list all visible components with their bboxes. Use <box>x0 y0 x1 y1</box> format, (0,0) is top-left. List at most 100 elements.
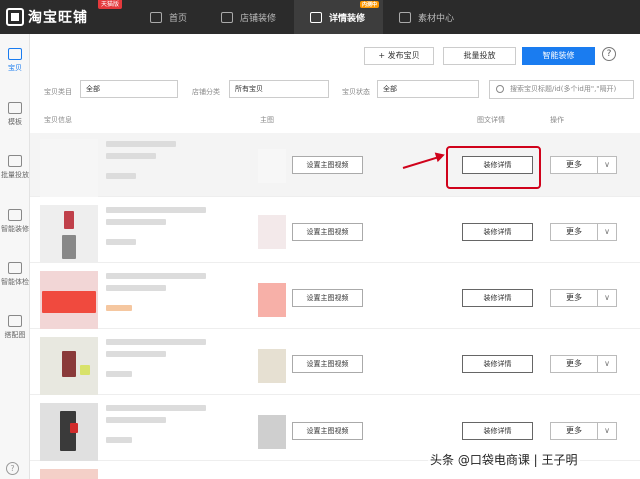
template-icon <box>8 102 22 114</box>
bag-icon <box>8 48 22 60</box>
beta-badge: 内测中 <box>360 1 380 8</box>
more-button[interactable]: 更多 <box>550 289 598 307</box>
product-thumbnail[interactable] <box>40 469 98 479</box>
product-title-blurred <box>106 153 156 159</box>
top-navigation-bar: 淘宝旺铺 天猫版 首页 店铺装修 详情装修 内测中 素材中心 <box>0 0 640 34</box>
product-thumbnail[interactable] <box>40 205 98 263</box>
decor-detail-button[interactable]: 装修详情 <box>462 355 533 373</box>
list-icon <box>8 155 22 167</box>
more-dropdown-toggle[interactable]: ∨ <box>597 156 617 174</box>
search-icon <box>496 85 504 93</box>
product-image-blurred <box>62 351 76 377</box>
main-image-thumbnail[interactable] <box>258 283 286 317</box>
nav-detail-decor[interactable]: 详情装修 内测中 <box>294 0 384 34</box>
sidebar-item-label: 搭配图 <box>4 331 26 339</box>
store-category-label: 店铺分类 <box>192 88 220 96</box>
sidebar-item-templates[interactable]: 模板 <box>0 102 30 127</box>
sidebar-item-label: 宝贝 <box>8 64 22 72</box>
smart-decor-button[interactable]: 智能装修 <box>522 47 595 65</box>
annotation-highlight-box <box>446 146 541 189</box>
product-image-blurred <box>42 291 96 313</box>
main-image-thumbnail[interactable] <box>258 415 286 449</box>
more-dropdown-toggle[interactable]: ∨ <box>597 355 617 373</box>
set-main-video-button[interactable]: 设置主图视频 <box>292 422 363 440</box>
bulb-icon <box>8 209 22 221</box>
product-title-blurred <box>106 405 206 411</box>
sidebar-item-label: 批量投放 <box>1 171 29 179</box>
main-image-thumbnail[interactable] <box>258 349 286 383</box>
product-title-blurred <box>106 219 166 225</box>
watermark: 头条 @口袋电商课 | 王子明 <box>428 451 580 468</box>
set-main-video-button[interactable]: 设置主图视频 <box>292 223 363 241</box>
sidebar-item-smart-decor[interactable]: 智能装修 <box>0 209 30 234</box>
nav-home[interactable]: 首页 <box>134 0 205 34</box>
more-dropdown-toggle[interactable]: ∨ <box>597 422 617 440</box>
table-row: 设置主图视频 装修详情 更多 ∨ <box>30 265 640 329</box>
product-title-blurred <box>106 417 166 423</box>
sidebar-item-smart-check[interactable]: 智能体检 <box>0 262 30 287</box>
shop-logo-icon <box>6 8 24 26</box>
shield-icon <box>8 262 22 274</box>
status-select[interactable]: 全部 <box>377 80 479 98</box>
search-input[interactable]: 搜索宝贝标题/id(多个id用","隔开) <box>489 80 634 99</box>
nav-material-center-label: 素材中心 <box>418 13 455 24</box>
sidebar-item-batch[interactable]: 批量投放 <box>0 155 30 180</box>
decor-detail-button[interactable]: 装修详情 <box>462 289 533 307</box>
more-button[interactable]: 更多 <box>550 355 598 373</box>
more-button[interactable]: 更多 <box>550 422 598 440</box>
folder-icon <box>399 11 412 23</box>
nav-store-decor[interactable]: 店铺装修 <box>205 0 294 34</box>
product-thumbnail[interactable] <box>40 337 98 395</box>
more-dropdown-toggle[interactable]: ∨ <box>597 289 617 307</box>
set-main-video-button[interactable]: 设置主图视频 <box>292 289 363 307</box>
set-main-video-button[interactable]: 设置主图视频 <box>292 156 363 174</box>
nav-material-center[interactable]: 素材中心 <box>383 0 472 34</box>
nav-home-label: 首页 <box>169 13 188 24</box>
product-title-blurred <box>106 285 166 291</box>
table-row: 设置主图视频 装修详情 更多 ∨ <box>30 331 640 395</box>
table-row: 设置主图视频 装修详情 更多 ∨ <box>30 199 640 263</box>
table-row: 设置主图视频 装修详情 更多 ∨ <box>30 133 640 197</box>
more-dropdown-toggle[interactable]: ∨ <box>597 223 617 241</box>
nav-store-decor-label: 店铺装修 <box>240 13 277 24</box>
publish-product-button[interactable]: + 发布宝贝 <box>364 47 434 65</box>
batch-deploy-button[interactable]: 批量投放 <box>443 47 516 65</box>
status-label: 宝贝状态 <box>342 88 370 96</box>
more-button[interactable]: 更多 <box>550 223 598 241</box>
logo[interactable]: 淘宝旺铺 天猫版 <box>6 0 134 27</box>
main-image-thumbnail[interactable] <box>258 149 286 183</box>
product-price-blurred <box>106 239 136 245</box>
category-select[interactable]: 全部 <box>80 80 178 98</box>
product-price-blurred <box>106 173 136 179</box>
image-icon <box>8 315 22 327</box>
more-button[interactable]: 更多 <box>550 156 598 174</box>
sidebar-item-products[interactable]: 宝贝 <box>0 48 30 73</box>
decor-detail-button[interactable]: 装修详情 <box>462 223 533 241</box>
tmall-badge: 天猫版 <box>98 0 123 9</box>
help-icon[interactable]: ? <box>602 47 616 61</box>
store-category-select[interactable]: 所有宝贝 <box>229 80 329 98</box>
product-image-blurred <box>62 235 76 259</box>
product-thumbnail[interactable] <box>40 271 98 329</box>
product-image-blurred <box>70 423 78 433</box>
sidebar-item-label: 智能体检 <box>1 278 29 286</box>
product-title-blurred <box>106 273 206 279</box>
sidebar-item-match-image[interactable]: 搭配图 <box>0 315 30 340</box>
help-icon[interactable]: ? <box>6 462 19 475</box>
store-icon <box>221 11 234 23</box>
product-thumbnail[interactable] <box>40 139 98 197</box>
search-placeholder: 搜索宝贝标题/id(多个id用","隔开) <box>510 85 617 93</box>
main-image-thumbnail[interactable] <box>258 215 286 249</box>
product-thumbnail[interactable] <box>40 403 98 461</box>
logo-text: 淘宝旺铺 <box>28 10 88 26</box>
sidebar: 宝贝 模板 批量投放 智能装修 智能体检 搭配图 ? <box>0 34 30 479</box>
product-title-blurred <box>106 207 206 213</box>
set-main-video-button[interactable]: 设置主图视频 <box>292 355 363 373</box>
header-main-image: 主图 <box>260 116 274 124</box>
product-price-blurred <box>106 437 132 443</box>
detail-icon <box>310 11 323 23</box>
decor-detail-button[interactable]: 装修详情 <box>462 422 533 440</box>
sidebar-item-label: 智能装修 <box>1 225 29 233</box>
product-title-blurred <box>106 351 166 357</box>
header-actions: 操作 <box>550 116 564 124</box>
